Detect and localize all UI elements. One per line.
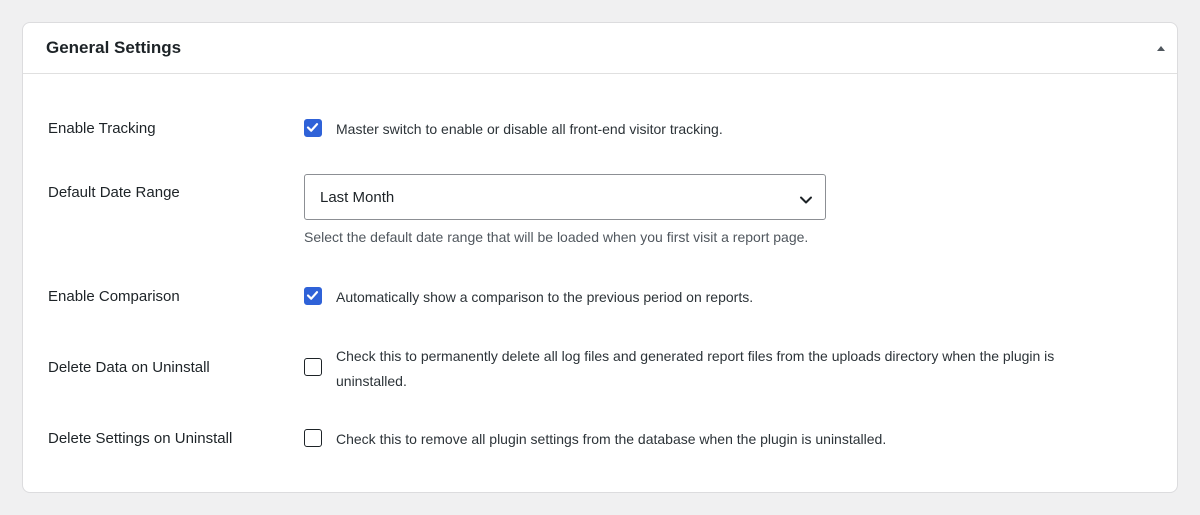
enable-comparison-description: Automatically show a comparison to the p… [336, 289, 754, 305]
delete-data-description-line2: uninstalled. [336, 373, 407, 389]
delete-settings-label: Delete Settings on Uninstall [48, 430, 233, 447]
enable-comparison-label: Enable Comparison [48, 288, 180, 305]
default-date-range-help: Select the default date range that will … [304, 229, 809, 245]
general-settings-panel: General Settings Enable Tracking Master … [22, 22, 1178, 493]
delete-data-description-line1: Check this to permanently delete all log… [336, 348, 1055, 364]
panel-header: General Settings [23, 23, 1177, 74]
default-date-range-label: Default Date Range [48, 184, 180, 201]
select-selected-value: Last Month [320, 189, 395, 206]
enable-tracking-checkbox[interactable] [304, 119, 322, 137]
chevron-down-icon [799, 192, 813, 210]
delete-settings-description: Check this to remove all plugin settings… [336, 431, 887, 447]
delete-data-label: Delete Data on Uninstall [48, 359, 210, 376]
default-date-range-select[interactable]: Last Month [304, 174, 826, 220]
enable-tracking-description: Master switch to enable or disable all f… [336, 121, 723, 137]
delete-settings-checkbox[interactable] [304, 429, 322, 447]
collapse-toggle-icon[interactable] [1153, 40, 1169, 56]
panel-title: General Settings [46, 38, 182, 57]
delete-data-checkbox[interactable] [304, 358, 322, 376]
enable-tracking-label: Enable Tracking [48, 120, 156, 137]
enable-comparison-checkbox[interactable] [304, 287, 322, 305]
